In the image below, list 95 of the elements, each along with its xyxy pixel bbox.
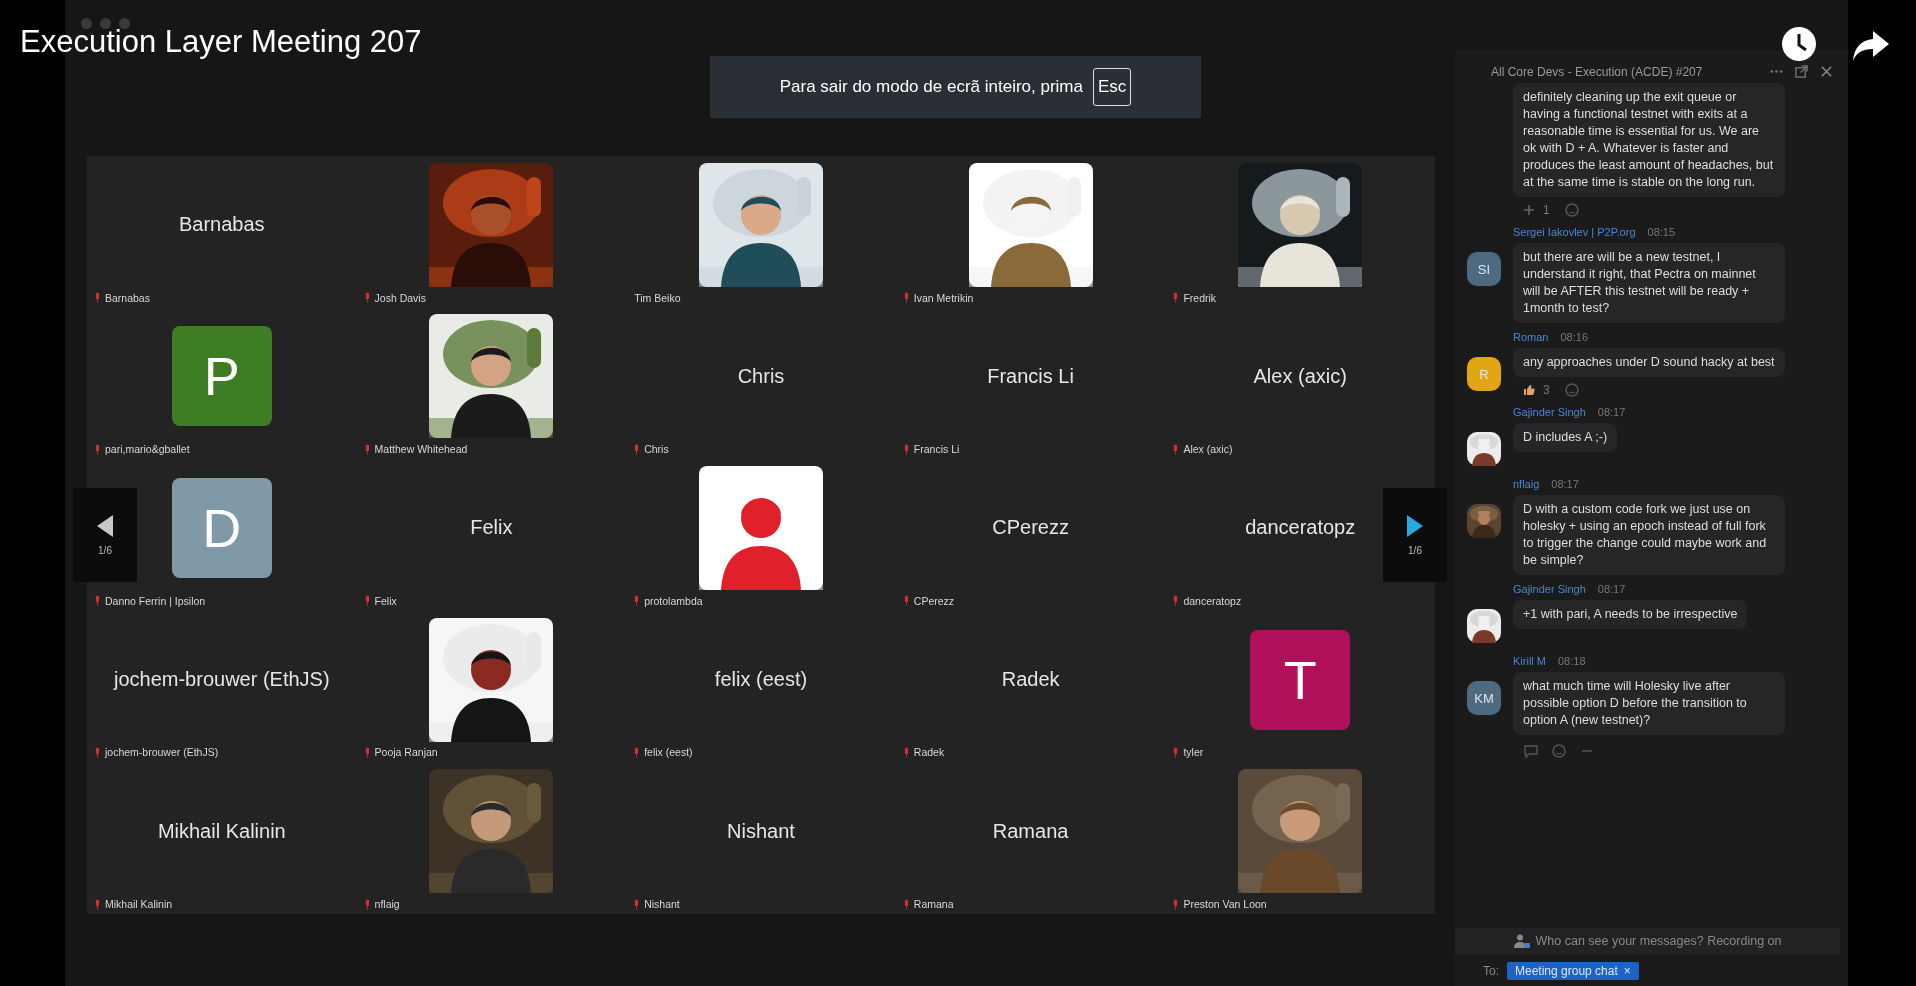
- clock-icon[interactable]: [1781, 26, 1817, 62]
- reaction-chip[interactable]: 3: [1523, 383, 1550, 397]
- user-avatar: KM: [1467, 681, 1501, 715]
- notice-bar[interactable]: Who can see your messages? Recording on: [1455, 928, 1840, 954]
- sender-name[interactable]: Gajinder Singh: [1513, 406, 1586, 418]
- participant-label: protolambda: [644, 594, 703, 607]
- user-avatar: R: [1467, 357, 1501, 391]
- reply-icon[interactable]: [1523, 743, 1539, 759]
- participant-name: Radek: [1001, 668, 1060, 692]
- participant-label: Josh Davis: [374, 291, 426, 304]
- close-icon[interactable]: [1819, 64, 1834, 79]
- left-arrow-icon: [97, 514, 113, 537]
- right-arrow-icon: [1407, 514, 1423, 537]
- participant-name: Mikhail Kalinin: [157, 819, 286, 843]
- next-page-button[interactable]: 1/6: [1383, 488, 1447, 582]
- participant-avatar: D: [171, 478, 272, 578]
- to-label: To:: [1483, 964, 1499, 978]
- participant-name: felix (eest): [714, 668, 808, 692]
- participant-label: nflaig: [374, 898, 400, 910]
- thumbs-up-icon: [1523, 384, 1535, 396]
- participant-label: felix (eest): [644, 746, 693, 759]
- participant-label: danceratopz: [1183, 594, 1242, 607]
- participant-name: Ramana: [992, 819, 1069, 843]
- participant-name: Felix: [470, 516, 513, 540]
- participant-label: Nishant: [644, 898, 680, 910]
- participant-name: CPerezz: [992, 516, 1069, 540]
- participant-label: Alex (axic): [1183, 443, 1233, 456]
- message-bubble: definitely cleaning up the exit queue or having a functional testnet with exits at a reasonable time is essential for us. We are ok with D + A. Whatever is faster and produces the least amount of headaches, but at the same time is stable on the long run.: [1513, 83, 1785, 197]
- message-bubble: what much time will Holesky live after possible option D before the transition to option A (new testnet)?: [1513, 672, 1785, 735]
- participant-name: Chris: [737, 364, 785, 388]
- participant-label: Felix: [374, 594, 397, 607]
- participant-label: Radek: [913, 746, 945, 759]
- message-time: 08:18: [1558, 655, 1586, 667]
- sender-name[interactable]: Roman: [1513, 331, 1549, 343]
- participant-label: Mikhail Kalinin: [105, 898, 173, 910]
- user-avatar: SI: [1467, 252, 1501, 286]
- share-icon[interactable]: [1853, 31, 1889, 61]
- participant-label: Danno Ferrin | Ipsilon: [105, 594, 206, 607]
- participant-name: jochem-brouwer (EthJS): [114, 668, 330, 692]
- reaction-chip[interactable]: 1: [1523, 203, 1550, 217]
- participant-label: Fredrik: [1183, 291, 1217, 304]
- participant-label: Ramana: [913, 898, 954, 910]
- participant-name: Nishant: [727, 819, 795, 843]
- participant-name: Francis Li: [987, 364, 1074, 388]
- participant-label: Preston Van Loon: [1183, 898, 1267, 910]
- plus-icon: [1523, 204, 1535, 216]
- participant-label: Chris: [644, 443, 669, 456]
- remove-recipient-button[interactable]: ×: [1623, 964, 1631, 978]
- add-reaction-icon[interactable]: [1551, 743, 1567, 759]
- message-bubble: D includes A ;-): [1513, 423, 1618, 452]
- message-bubble: any approaches under D sound hacky at best: [1513, 348, 1785, 377]
- pop-out-icon[interactable]: [1794, 64, 1809, 79]
- reaction-count: 3: [1543, 383, 1550, 397]
- message-time: 08:17: [1597, 583, 1626, 595]
- participant-label: Matthew Whitehead: [374, 443, 468, 456]
- add-reaction-icon[interactable]: [1563, 202, 1580, 218]
- reaction-count: 1: [1543, 203, 1550, 217]
- participant-label: jochem-brouwer (EthJS): [105, 746, 219, 759]
- message-bubble: +1 with pari, A needs to be irrespective: [1513, 600, 1748, 629]
- sender-name[interactable]: Gajinder Singh: [1513, 583, 1586, 595]
- sender-name[interactable]: Kirill M: [1513, 655, 1546, 667]
- window-control-icon[interactable]: [100, 18, 111, 29]
- message-time: 08:16: [1560, 331, 1588, 343]
- participant-name: danceratopz: [1245, 516, 1356, 540]
- window-control-icon[interactable]: [119, 18, 130, 29]
- participant-label: Ivan Metrikin: [913, 291, 974, 304]
- participant-name: Barnabas: [179, 213, 265, 237]
- participant-avatar: P: [171, 326, 272, 427]
- video-title: Execution Layer Meeting 207: [20, 24, 422, 60]
- window-control-icon[interactable]: [81, 18, 92, 29]
- participant-label: CPerezz: [913, 594, 955, 607]
- recipient-chip[interactable]: Meeting group chat ×: [1507, 962, 1639, 980]
- person-lock-icon: [1513, 933, 1530, 949]
- notice-text: Para sair do modo de ecrã inteiro, prima: [779, 77, 1083, 97]
- esc-key: Esc: [1093, 68, 1132, 106]
- participant-label: tyler: [1183, 746, 1204, 759]
- sender-name[interactable]: nflaig: [1513, 478, 1540, 490]
- message-time: 08:15: [1647, 226, 1676, 238]
- message-bubble: D with a custom code fork we just use on holesky + using an epoch instead of full fork to trigger the change could maybe work and be simple?: [1513, 495, 1785, 575]
- participant-avatar: T: [1250, 629, 1351, 730]
- participant-label: Francis Li: [913, 443, 960, 456]
- message-time: 08:17: [1597, 406, 1626, 418]
- previous-page-button[interactable]: 1/6: [73, 488, 137, 582]
- participant-label: pari,mario&gballet: [105, 443, 190, 456]
- add-reaction-icon[interactable]: [1563, 382, 1580, 398]
- notice-text: Who can see your messages? Recording on: [1535, 934, 1782, 948]
- participant-label: Pooja Ranjan: [374, 746, 438, 759]
- participant-label: Barnabas: [105, 291, 150, 304]
- participant-name: Alex (axic): [1253, 364, 1347, 388]
- sender-name[interactable]: Sergei Iakovlev | P2P.org: [1513, 226, 1636, 238]
- message-time: 08:17: [1551, 478, 1579, 490]
- chat-title: All Core Devs - Execution (ACDE) #207: [1491, 64, 1704, 79]
- participant-label: Tim Beiko: [634, 291, 681, 304]
- recipient-name: Meeting group chat: [1515, 964, 1618, 978]
- message-bubble: but there are will be a new testnet, I understand it right, that Pectra on mainnet will be AFTER this testnet will be ready + 1month to test?: [1513, 243, 1785, 323]
